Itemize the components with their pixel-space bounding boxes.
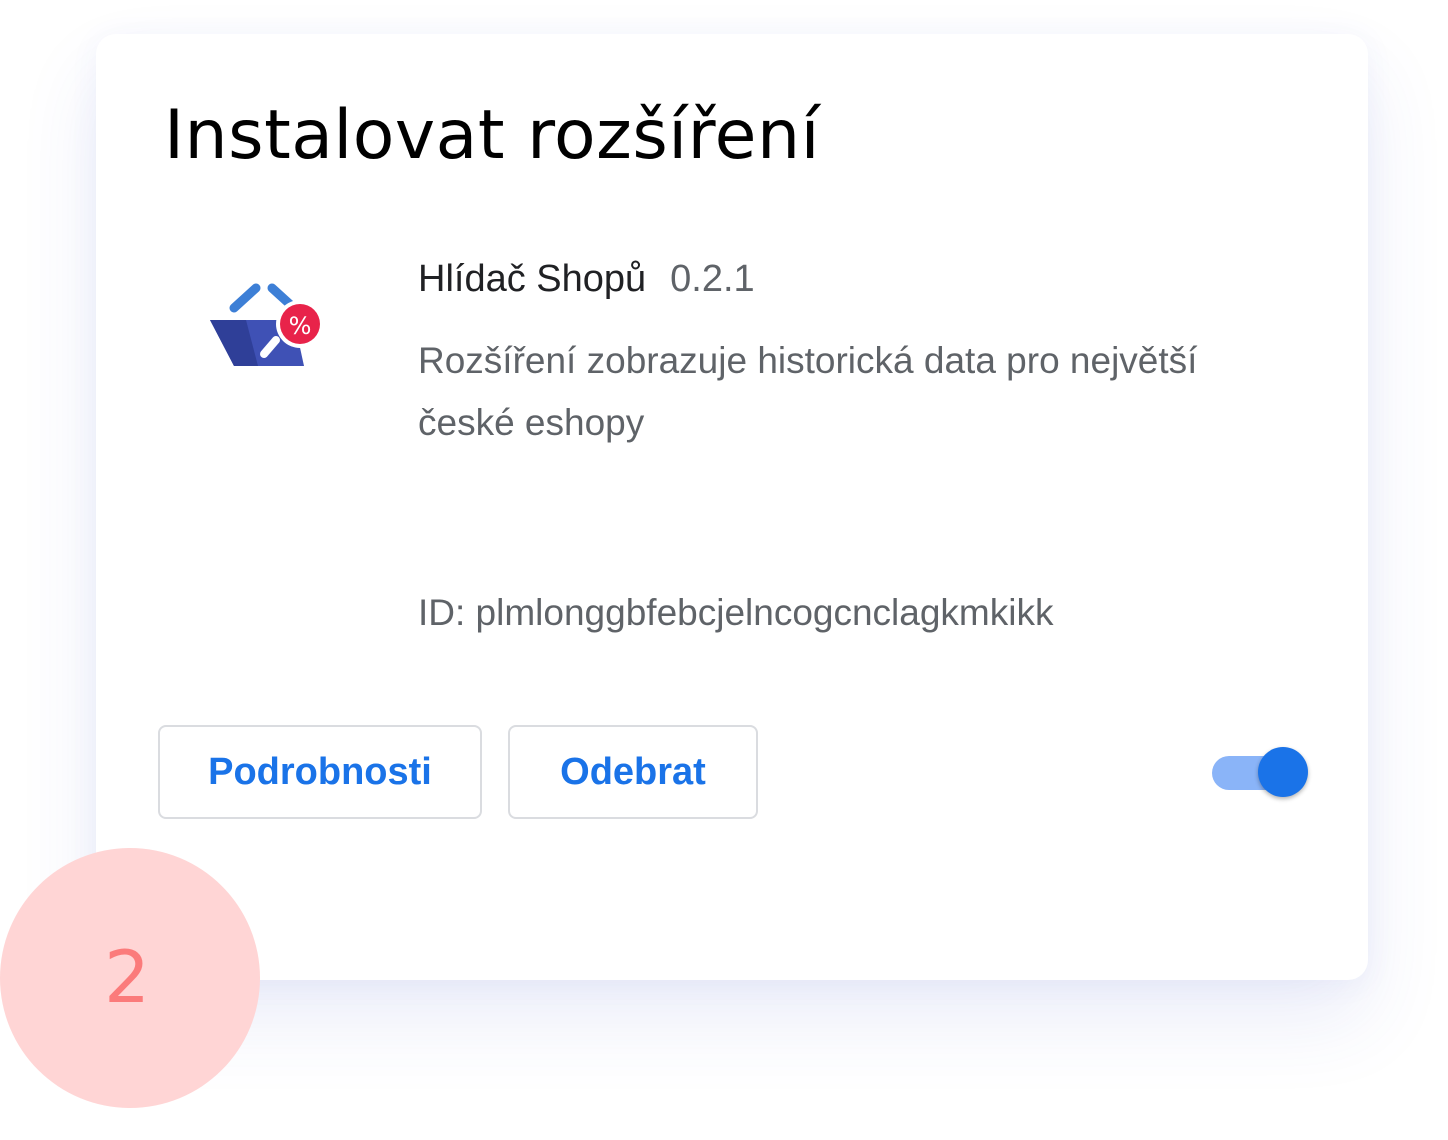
extension-card: Instalovat rozšíření % Hlídač Shopů 0.2.1… xyxy=(96,34,1368,980)
remove-button[interactable]: Odebrat xyxy=(508,725,758,819)
extension-id: ID: plmlonggbfebcjelncogcnclagkmkikk xyxy=(418,592,1054,633)
step-badge: 2 xyxy=(0,848,260,1108)
extension-name: Hlídač Shopů xyxy=(418,258,647,300)
extension-version: 0.2.1 xyxy=(670,258,755,300)
page-title: Instalovat rozšíření xyxy=(164,96,820,175)
page: Instalovat rozšíření % Hlídač Shopů 0.2.1… xyxy=(0,0,1448,1140)
percent-sign: % xyxy=(289,312,312,340)
extension-title-row: Hlídač Shopů 0.2.1 xyxy=(418,258,755,301)
basket-handle-left xyxy=(229,283,261,313)
extension-description: Rozšíření zobrazuje historická data pro … xyxy=(418,340,1198,443)
details-button[interactable]: Podrobnosti xyxy=(158,725,482,819)
toggle-knob xyxy=(1258,747,1308,797)
step-number: 2 xyxy=(104,935,150,1019)
enable-toggle[interactable] xyxy=(1212,746,1312,800)
basket-percent-icon: % xyxy=(210,283,324,366)
